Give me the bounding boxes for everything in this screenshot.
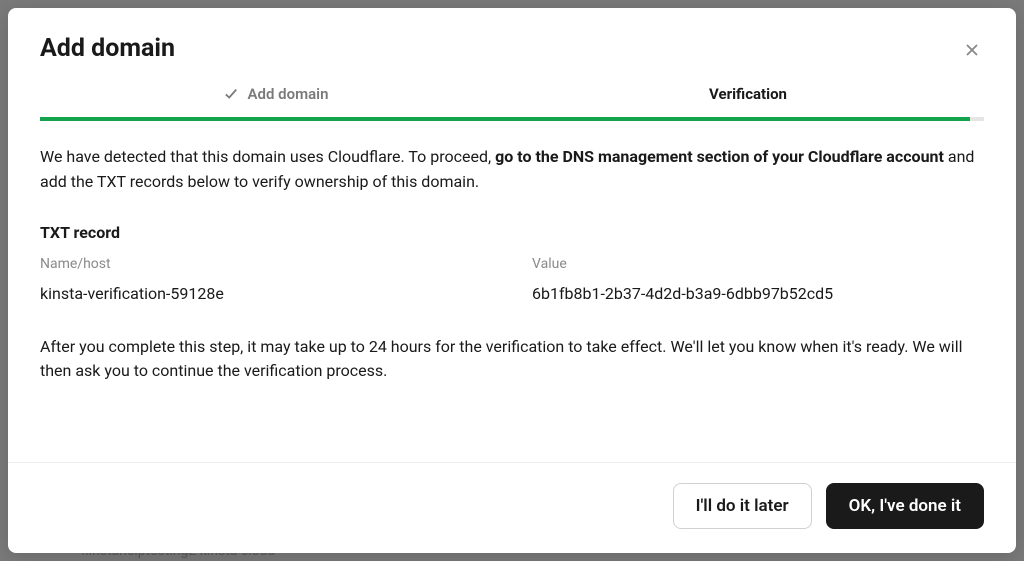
step-label: Add domain <box>248 85 329 103</box>
txt-record-title: TXT record <box>40 223 984 242</box>
step-verification[interactable]: Verification <box>512 85 984 117</box>
check-icon <box>224 87 238 101</box>
stepper: Add domain Verification <box>8 85 1016 117</box>
modal-title: Add domain <box>40 34 175 63</box>
intro-bold: go to the DNS management section of your… <box>495 147 944 166</box>
step-label: Verification <box>709 85 787 103</box>
close-icon <box>964 46 980 61</box>
add-domain-modal: Add domain Add domain Verification <box>8 8 1016 553</box>
do-later-button[interactable]: I'll do it later <box>673 483 812 529</box>
record-value-col: Value 6b1fb8b1-2b37-4d2d-b3a9-6dbb97b52c… <box>532 256 984 303</box>
modal-body: We have detected that this domain uses C… <box>8 121 1016 462</box>
record-name-label: Name/host <box>40 256 492 272</box>
record-value-label: Value <box>532 256 984 272</box>
step-add-domain[interactable]: Add domain <box>40 85 512 117</box>
txt-record-row: Name/host kinsta-verification-59128e Val… <box>40 256 984 303</box>
close-button[interactable] <box>960 38 984 65</box>
modal-footer: I'll do it later OK, I've done it <box>8 462 1016 553</box>
record-name-value: kinsta-verification-59128e <box>40 284 492 303</box>
note-text: After you complete this step, it may tak… <box>40 335 984 385</box>
modal-header: Add domain <box>8 8 1016 85</box>
intro-text: We have detected that this domain uses C… <box>40 145 984 195</box>
record-name-col: Name/host kinsta-verification-59128e <box>40 256 492 303</box>
record-value-value: 6b1fb8b1-2b37-4d2d-b3a9-6dbb97b52cd5 <box>532 284 984 303</box>
intro-prefix: We have detected that this domain uses C… <box>40 147 495 166</box>
ok-done-button[interactable]: OK, I've done it <box>826 483 984 529</box>
